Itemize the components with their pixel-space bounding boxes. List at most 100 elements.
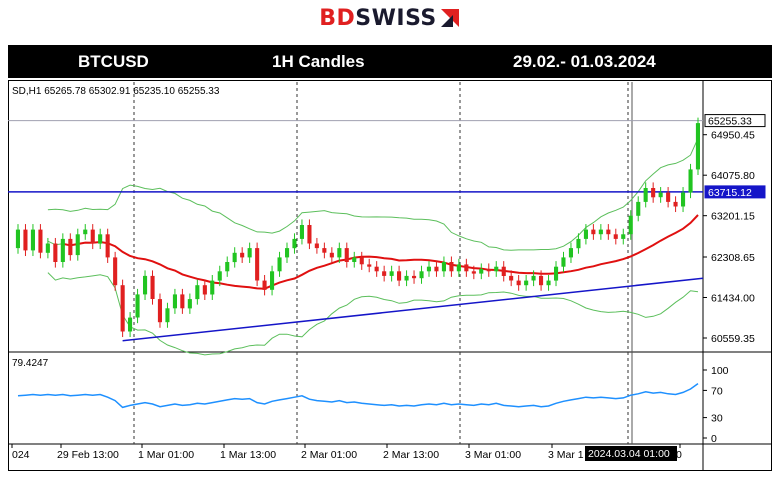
symbol-label: BTCUSD <box>78 52 149 71</box>
candle-body <box>479 269 484 274</box>
candle-body <box>636 201 641 216</box>
candle-body <box>210 280 215 295</box>
candle-body <box>180 294 185 309</box>
candle-body <box>60 238 65 262</box>
rsi-tick-label: 0 <box>711 433 717 445</box>
candle-body <box>673 201 678 207</box>
candle-body <box>583 229 588 239</box>
candle-body <box>53 243 58 262</box>
candle-body <box>240 252 245 258</box>
candle-body <box>471 271 476 274</box>
brand-logo: BDSWISS <box>0 0 780 36</box>
candle-body <box>344 248 349 262</box>
candle-body <box>434 266 439 272</box>
time-tick-label: 2 Mar 13:00 <box>383 449 439 461</box>
level-price-tag-label: 63715.12 <box>708 187 752 199</box>
time-tick-label: 3 Mar 01:00 <box>465 449 521 461</box>
time-tick-label: 1 Mar 13:00 <box>220 449 276 461</box>
candle-body <box>23 229 28 251</box>
candle-body <box>374 266 379 272</box>
candle-body <box>120 285 125 332</box>
candle-body <box>568 248 573 258</box>
candle-body <box>45 243 50 253</box>
rsi-value-label: 79.4247 <box>12 358 49 369</box>
candle-body <box>591 229 596 235</box>
rsi-tick-label: 100 <box>711 365 729 377</box>
candle-body <box>15 229 20 249</box>
candle-body <box>412 275 417 279</box>
candle-body <box>75 234 80 256</box>
candle-body <box>90 229 95 244</box>
candle-body <box>658 192 663 198</box>
candle-body <box>113 257 118 286</box>
candle-body <box>98 234 103 244</box>
candle-body <box>681 192 686 207</box>
candle-body <box>187 299 192 309</box>
rsi-tick-label: 30 <box>711 413 723 425</box>
candle-body <box>628 215 633 235</box>
candle-body <box>359 257 364 265</box>
candle-body <box>695 123 700 170</box>
candle-body <box>277 257 282 272</box>
candle-body <box>382 271 387 276</box>
time-tick-label: 2 Mar 01:00 <box>301 449 357 461</box>
candle-body <box>150 275 155 299</box>
candle-body <box>262 280 267 290</box>
candle-body <box>322 248 327 253</box>
candle-body <box>531 275 536 281</box>
candle-body <box>539 275 544 286</box>
price-tick-label: 62308.65 <box>711 252 755 264</box>
candle-body <box>195 285 200 300</box>
candle-body <box>516 280 521 286</box>
price-tick-label: 61434.00 <box>711 293 755 305</box>
candle-body <box>404 275 409 281</box>
candle-body <box>30 229 35 251</box>
price-chart: SD,H1 65265.78 65302.91 65235.10 65255.3… <box>8 80 772 471</box>
candle-body <box>621 234 626 239</box>
ascending-trendline <box>122 277 704 342</box>
candle-body <box>255 248 260 281</box>
candle-body <box>165 308 170 323</box>
candle-body <box>561 257 566 267</box>
crosshair-time-label: 2024.03.04 01:00 <box>588 448 670 460</box>
price-tick-label: 60559.35 <box>711 333 755 345</box>
candle-body <box>105 234 110 258</box>
price-tick-label: 64950.45 <box>711 130 755 142</box>
candle-body <box>419 271 424 279</box>
candle-body <box>494 266 499 272</box>
candle-body <box>225 262 230 272</box>
time-tick-label: 3 Mar 1 <box>548 449 584 461</box>
candle-body <box>397 271 402 281</box>
candle-body <box>157 299 162 323</box>
candle-body <box>576 238 581 249</box>
last-price-tag-label: 65255.33 <box>708 116 752 128</box>
brand-arrow-icon <box>440 9 459 27</box>
candle-body <box>389 271 394 276</box>
candle-body <box>606 229 611 235</box>
candle-body <box>464 264 469 272</box>
price-tick-label: 64075.80 <box>711 170 755 182</box>
candle-body <box>501 266 506 276</box>
candle-body <box>509 275 514 281</box>
candle-body <box>337 248 342 258</box>
rsi-tick-label: 70 <box>711 385 723 397</box>
brand-name-part2: SWISS <box>355 5 437 31</box>
candle-body <box>247 248 252 258</box>
candle-body <box>285 248 290 258</box>
candle-body <box>83 229 88 235</box>
candle-body <box>688 169 693 193</box>
candle-body <box>613 234 618 239</box>
time-tick-label: 024 <box>12 449 30 461</box>
candle-body <box>292 238 297 249</box>
candle-body <box>307 225 312 244</box>
candle-body <box>598 229 603 235</box>
candle-body <box>232 252 237 263</box>
candle-body <box>426 266 431 272</box>
candle-body <box>456 264 461 272</box>
candle-body <box>270 271 275 290</box>
candle-body <box>135 294 140 318</box>
candle-body <box>367 264 372 267</box>
candle-body <box>666 192 671 202</box>
candle-body <box>651 188 656 198</box>
candle-body <box>299 225 304 239</box>
